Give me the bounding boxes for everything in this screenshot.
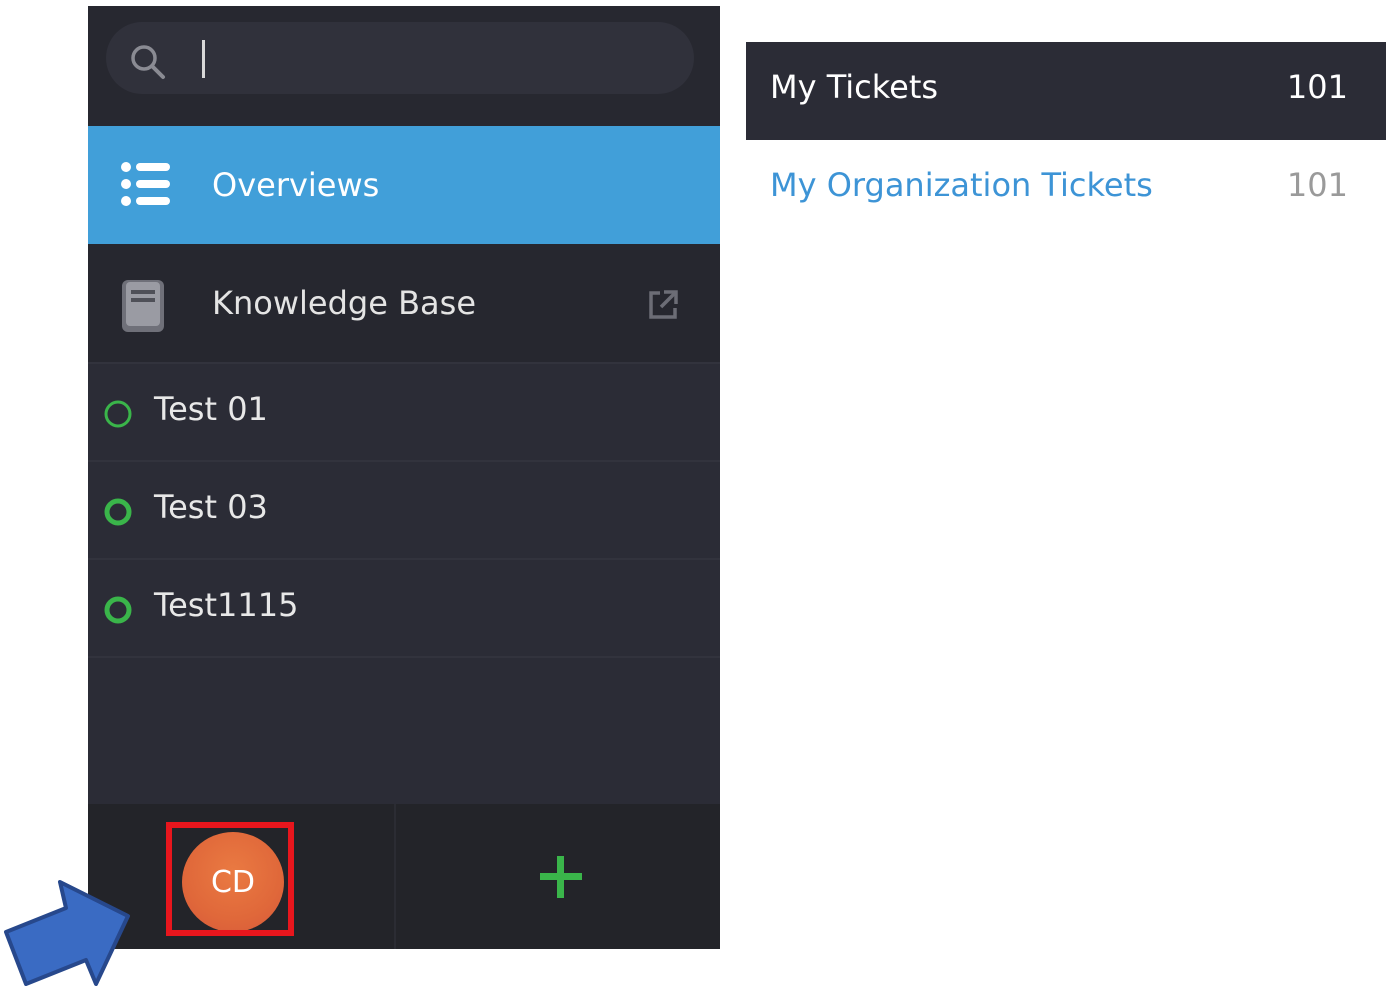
- circle-outline-icon: [102, 398, 134, 434]
- sidebar: Overviews Knowledge Base Test 01 Test 03…: [88, 6, 720, 949]
- bottom-divider: [394, 804, 396, 949]
- pointer-arrow-icon: [0, 872, 140, 990]
- sidebar-empty-space: [88, 656, 720, 806]
- nav-overviews-label: Overviews: [212, 166, 380, 204]
- overview-title: My Organization Tickets: [770, 166, 1153, 204]
- text-caret: [202, 40, 205, 78]
- nav-knowledge-base-label: Knowledge Base: [212, 284, 476, 322]
- avatar-highlight-box: [166, 822, 294, 936]
- list-item[interactable]: Test 03: [88, 460, 720, 560]
- search-icon: [128, 42, 168, 86]
- nav-knowledge-base[interactable]: Knowledge Base: [88, 244, 720, 362]
- list-item-label: Test 03: [154, 488, 268, 526]
- overview-title: My Tickets: [770, 68, 939, 106]
- sidebar-bottom-bar: CD: [88, 804, 720, 949]
- search-box[interactable]: [106, 22, 694, 94]
- nav-overviews[interactable]: Overviews: [88, 126, 720, 244]
- circle-outline-icon: [102, 496, 134, 532]
- overview-row-my-tickets[interactable]: My Tickets 101: [746, 42, 1386, 140]
- list-item[interactable]: Test1115: [88, 558, 720, 658]
- list-item-label: Test 01: [154, 390, 268, 428]
- plus-icon[interactable]: [538, 854, 584, 904]
- book-icon: [120, 278, 168, 338]
- list-icon: [120, 160, 172, 212]
- list-item[interactable]: Test 01: [88, 362, 720, 462]
- list-item-label: Test1115: [154, 586, 299, 624]
- search-input[interactable]: [176, 36, 680, 82]
- overview-count: 101: [1286, 68, 1348, 106]
- overview-row-my-organization-tickets[interactable]: My Organization Tickets 101: [746, 142, 1386, 236]
- overview-count: 101: [1286, 166, 1348, 204]
- circle-outline-icon: [102, 594, 134, 630]
- external-link-icon[interactable]: [646, 288, 680, 326]
- search-area: [88, 6, 720, 126]
